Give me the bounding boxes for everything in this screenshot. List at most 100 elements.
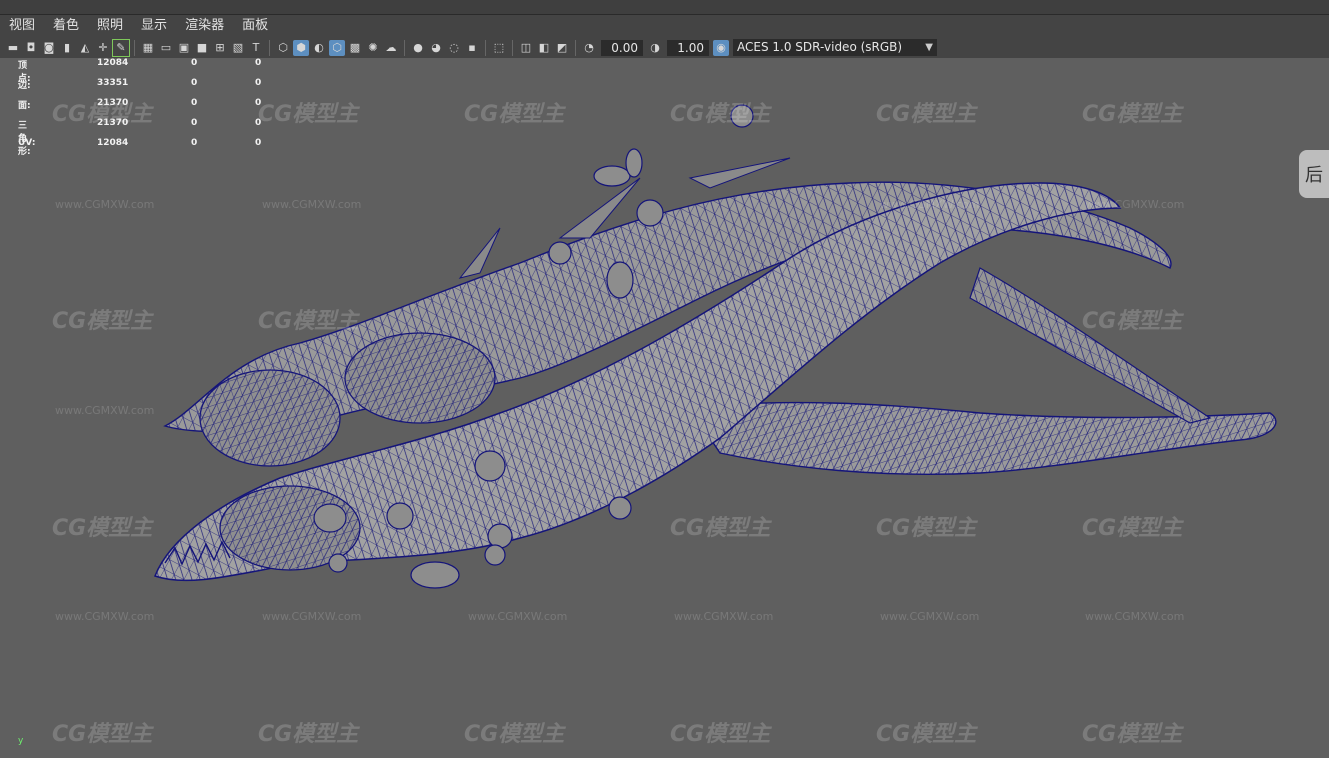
chevron-down-icon: ▼ bbox=[925, 42, 933, 53]
hud-value: 0 bbox=[255, 118, 262, 128]
watermark-logo: CG模型主 bbox=[1082, 516, 1183, 541]
wireframe-icon[interactable]: ⬡ bbox=[275, 40, 291, 56]
perspective-viewport[interactable]: CG模型主 CG模型主 CG模型主 CG模型主 CG模型主 CG模型主 www.… bbox=[0, 58, 1329, 758]
panel-toolbar: ▬ ◘ ◙ ▮ ◭ ✛ ✎ ▦ ▭ ▣ ■ ⊞ ▧ T ⬡ ⬢ ◐ ⬡ ▩ ✺ … bbox=[0, 37, 1329, 58]
menu-show[interactable]: 显示 bbox=[132, 15, 176, 37]
hud-value: 0 bbox=[191, 58, 198, 68]
watermark-logo: CG模型主 bbox=[52, 309, 153, 334]
hud-value: 0 bbox=[191, 118, 198, 128]
window-top-strip bbox=[0, 0, 1329, 15]
toolbar-separator bbox=[269, 39, 270, 56]
watermark-url: www.CGMXW.com bbox=[1085, 198, 1185, 211]
camera-lock-icon[interactable]: ◙ bbox=[41, 40, 57, 56]
gamma-field[interactable]: 1.00 bbox=[667, 39, 709, 56]
two-d-pan-icon[interactable]: ✛ bbox=[95, 40, 111, 56]
view-transform-value: ACES 1.0 SDR-video (sRGB) bbox=[737, 40, 903, 54]
toolbar-separator bbox=[134, 39, 135, 56]
watermark-url: www.CGMXW.com bbox=[262, 198, 362, 211]
hud-value: 0 bbox=[191, 78, 198, 88]
hud-value: 0 bbox=[255, 98, 262, 108]
exposure-field[interactable]: 0.00 bbox=[601, 39, 643, 56]
camera-attributes-icon[interactable]: ◘ bbox=[23, 40, 39, 56]
watermark-logo: CG模型主 bbox=[258, 722, 359, 747]
panel-menu-bar: 视图 着色 照明 显示 渲染器 面板 bbox=[0, 15, 1329, 37]
field-chart-icon[interactable]: ⊞ bbox=[212, 40, 228, 56]
default-material-icon[interactable]: ◐ bbox=[311, 40, 327, 56]
resolution-gate-icon[interactable]: ▣ bbox=[176, 40, 192, 56]
watermark-logo: CG模型主 bbox=[52, 722, 153, 747]
hud-value: 0 bbox=[255, 138, 262, 148]
watermark-logo: CG模型主 bbox=[670, 102, 771, 127]
view-transform-dropdown[interactable]: ACES 1.0 SDR-video (sRGB) ▼ bbox=[733, 39, 937, 56]
screen-space-ao-icon[interactable]: ● bbox=[410, 40, 426, 56]
grid-icon[interactable]: ▦ bbox=[140, 40, 156, 56]
film-gate-icon[interactable]: ▭ bbox=[158, 40, 174, 56]
watermark-url: www.CGMXW.com bbox=[880, 198, 980, 211]
menu-lighting[interactable]: 照明 bbox=[88, 15, 132, 37]
xray-joints-icon[interactable]: ◩ bbox=[554, 40, 570, 56]
hud-value: 21370 bbox=[97, 98, 129, 108]
image-plane-icon[interactable]: ◭ bbox=[77, 40, 93, 56]
watermark-url: www.CGMXW.com bbox=[1085, 610, 1185, 623]
gate-mask-icon[interactable]: ■ bbox=[194, 40, 210, 56]
bookmark-icon[interactable]: ▮ bbox=[59, 40, 75, 56]
menu-renderer[interactable]: 渲染器 bbox=[176, 15, 233, 37]
xray-active-components-icon[interactable]: ◧ bbox=[536, 40, 552, 56]
axis-indicator: y bbox=[18, 736, 23, 746]
toolbar-separator bbox=[485, 39, 486, 56]
watermark-logo: CG模型主 bbox=[258, 102, 359, 127]
hud-label: 边: bbox=[18, 81, 31, 91]
xray-icon[interactable]: ◫ bbox=[518, 40, 534, 56]
grease-pencil-icon[interactable]: ✎ bbox=[112, 38, 130, 57]
safe-title-icon[interactable]: T bbox=[248, 40, 264, 56]
axis-y-label: y bbox=[18, 736, 24, 746]
watermark-logo: CG模型主 bbox=[258, 309, 359, 334]
camera-icon[interactable]: ▬ bbox=[5, 40, 21, 56]
watermark-logo: CG模型主 bbox=[670, 516, 771, 541]
toolbar-separator bbox=[404, 39, 405, 56]
toolbar-separator bbox=[575, 39, 576, 56]
hud-value: 0 bbox=[191, 138, 198, 148]
watermark-logo: CG模型主 bbox=[464, 722, 565, 747]
watermark-logo: CG模型主 bbox=[1082, 309, 1183, 334]
hud-value: 0 bbox=[191, 98, 198, 108]
use-all-lights-icon[interactable]: ✺ bbox=[365, 40, 381, 56]
hud-value: 33351 bbox=[97, 78, 129, 88]
color-management-icon[interactable]: ◉ bbox=[713, 39, 729, 56]
menu-panels[interactable]: 面板 bbox=[233, 15, 277, 37]
smooth-shade-icon[interactable]: ⬢ bbox=[293, 39, 309, 56]
textured-icon[interactable]: ▩ bbox=[347, 40, 363, 56]
motion-blur-icon[interactable]: ◕ bbox=[428, 40, 444, 56]
watermark-url: www.CGMXW.com bbox=[468, 610, 568, 623]
hud-value: 21370 bbox=[97, 118, 129, 128]
watermark-logo: CG模型主 bbox=[1082, 722, 1183, 747]
watermark-logo: CG模型主 bbox=[876, 516, 977, 541]
menu-shading[interactable]: 着色 bbox=[44, 15, 88, 37]
exposure-icon[interactable]: ◔ bbox=[581, 40, 597, 56]
isolate-select-icon[interactable]: ⬚ bbox=[491, 40, 507, 56]
hud-value: 12084 bbox=[97, 58, 129, 68]
watermark-logo: CG模型主 bbox=[464, 102, 565, 127]
side-panel-handle[interactable]: 后 bbox=[1299, 150, 1329, 198]
gamma-icon[interactable]: ◑ bbox=[647, 40, 663, 56]
watermark-url: www.CGMXW.com bbox=[880, 610, 980, 623]
depth-of-field-icon[interactable]: ▪ bbox=[464, 40, 480, 56]
watermark-url: www.CGMXW.com bbox=[262, 610, 362, 623]
wireframe-model bbox=[154, 104, 1277, 589]
watermark-logo: CG模型主 bbox=[52, 516, 153, 541]
watermark-url: www.CGMXW.com bbox=[55, 610, 155, 623]
hud-label: 面: bbox=[18, 101, 31, 111]
watermark-logo: CG模型主 bbox=[876, 102, 977, 127]
hud-label: UV: bbox=[18, 138, 36, 148]
menu-view[interactable]: 视图 bbox=[0, 15, 44, 37]
toolbar-separator bbox=[512, 39, 513, 56]
hud-value: 12084 bbox=[97, 138, 129, 148]
wireframe-on-shaded-icon[interactable]: ⬡ bbox=[329, 39, 345, 56]
multisample-aa-icon[interactable]: ◌ bbox=[446, 40, 462, 56]
safe-action-icon[interactable]: ▧ bbox=[230, 40, 246, 56]
watermark-url: www.CGMXW.com bbox=[674, 610, 774, 623]
shadows-icon[interactable]: ☁ bbox=[383, 40, 399, 56]
hud-value: 0 bbox=[255, 78, 262, 88]
watermark-logo: CG模型主 bbox=[1082, 102, 1183, 127]
watermark-url: www.CGMXW.com bbox=[55, 404, 155, 417]
